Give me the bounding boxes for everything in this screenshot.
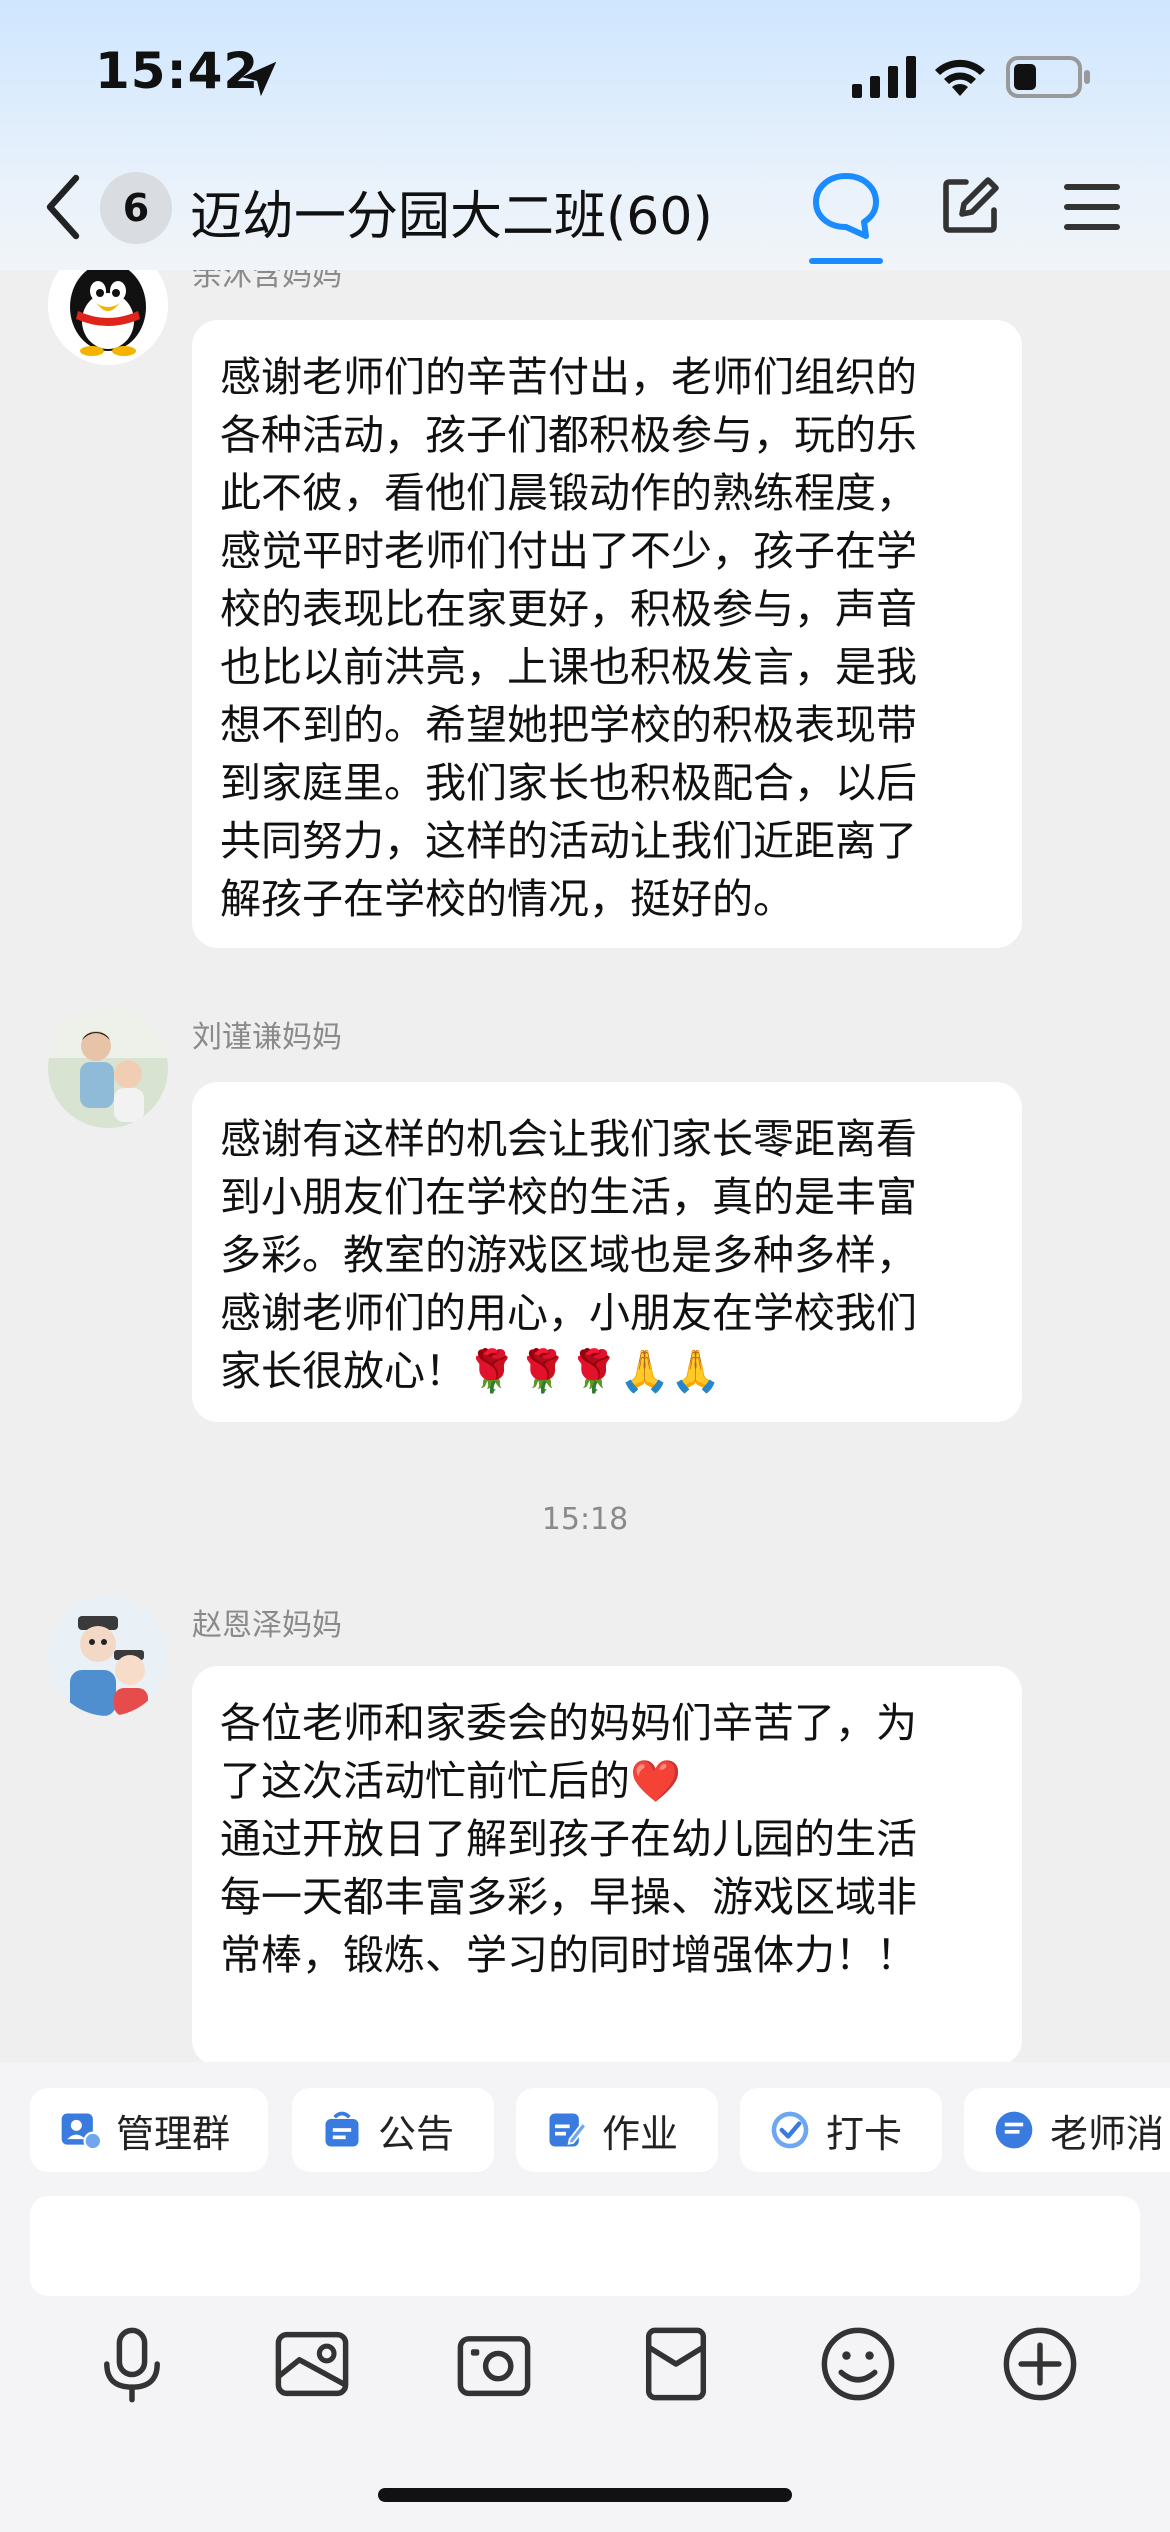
teacher-message-icon (995, 2111, 1033, 2149)
quick-action-label: 老师消 (1050, 2111, 1165, 2156)
chat-title: 迈幼一分园大二班(60) (190, 187, 713, 247)
home-indicator[interactable] (378, 2488, 792, 2502)
photo-avatar (48, 1596, 168, 1716)
quick-action-manage-group[interactable]: 管理群 (30, 2088, 268, 2172)
message-input[interactable] (30, 2196, 1140, 2296)
unread-count-badge[interactable]: 6 (100, 172, 172, 244)
wifi-icon (935, 59, 985, 96)
sender-name: 赵恩泽妈妈 (192, 1608, 342, 1643)
manage-group-icon (61, 2113, 102, 2151)
red-packet-icon[interactable] (634, 2322, 718, 2406)
status-time: 15:42 (95, 42, 260, 100)
quick-action-label: 管理群 (116, 2111, 231, 2156)
image-icon[interactable] (270, 2322, 354, 2406)
homework-icon (549, 2113, 588, 2147)
camera-icon[interactable] (452, 2322, 536, 2406)
message-bubble[interactable]: 感谢有这样的机会让我们家长零距离看 到小朋友们在学校的生活，真的是丰富 多彩。教… (192, 1082, 1022, 1422)
menu-icon[interactable] (1064, 182, 1120, 232)
top-bar: 15:42 6 迈幼一分园大二班(60) (0, 0, 1170, 270)
quick-action-label: 公告 (378, 2111, 455, 2156)
avatar[interactable] (48, 1596, 168, 1716)
sender-name: 刘谨谦妈妈 (192, 1020, 342, 1055)
location-arrow-icon (241, 61, 277, 97)
battery-icon (1006, 56, 1090, 98)
quick-action-homework[interactable]: 作业 (516, 2088, 718, 2172)
active-tab-indicator (809, 258, 883, 264)
message-timestamp: 15:18 (541, 1502, 629, 1537)
message-bubble[interactable]: 感谢老师们的辛苦付出，老师们组织的 各种活动，孩子们都积极参与，玩的乐 此不彼，… (192, 320, 1022, 948)
quick-action-label: 打卡 (826, 2111, 903, 2156)
checkin-icon (771, 2111, 809, 2149)
avatar[interactable] (48, 1008, 168, 1128)
edit-note-icon[interactable] (938, 174, 1002, 238)
emoji-icon[interactable] (816, 2322, 900, 2406)
back-chevron-icon[interactable] (42, 172, 82, 242)
quick-action-label: 作业 (602, 2111, 679, 2156)
quick-action-checkin[interactable]: 打卡 (740, 2088, 942, 2172)
photo-avatar (48, 1008, 168, 1128)
announcement-icon (325, 2111, 359, 2147)
cellular-signal-icon (852, 56, 916, 98)
quick-action-announcement[interactable]: 公告 (292, 2088, 494, 2172)
chat-bubble-icon[interactable] (810, 170, 882, 240)
message-bubble[interactable]: 各位老师和家委会的妈妈们辛苦了，为 了这次活动忙前忙后的❤️ 通过开放日了解到孩… (192, 1666, 1022, 2066)
microphone-icon[interactable] (90, 2322, 174, 2406)
plus-icon[interactable] (998, 2322, 1082, 2406)
quick-action-teacher-message[interactable]: 老师消 (964, 2088, 1170, 2172)
